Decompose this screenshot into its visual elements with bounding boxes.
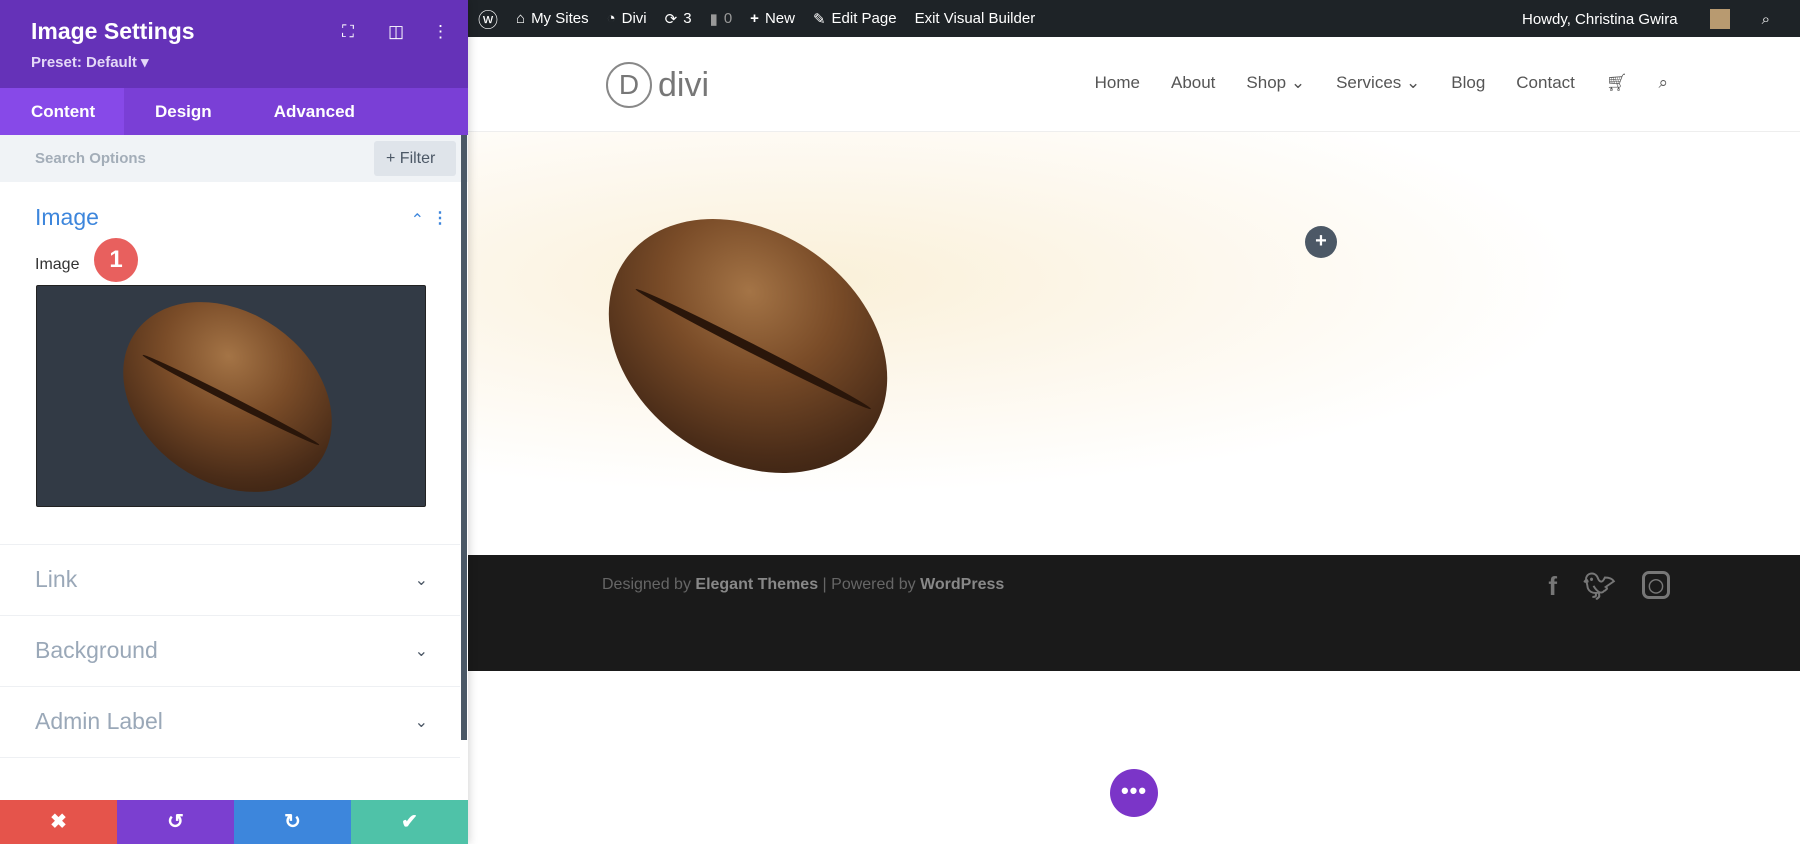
nav-blog[interactable]: Blog xyxy=(1451,73,1485,93)
chevron-down-icon[interactable]: ⌄ xyxy=(415,570,428,590)
user-greeting[interactable]: Howdy, Christina Gwira xyxy=(1522,9,1678,29)
step-badge: 1 xyxy=(94,238,138,282)
comments-link[interactable]: ▮ 0 xyxy=(710,10,733,28)
search-bar: Search Options + Filter xyxy=(0,135,468,182)
site-header: D divi Home About Shop ⌄ Services ⌄ Blog… xyxy=(468,37,1800,132)
wp-admin-bar: ⓦ ⌂ My Sites ◔ Divi ⟳ 3 ▮ 0 + New ✎ Edit Page … xyxy=(468,0,1800,37)
section-admin-label-title[interactable]: Admin Label xyxy=(35,708,163,735)
fullscreen-icon[interactable]: ⛶ xyxy=(342,22,354,42)
image-upload-preview[interactable] xyxy=(36,285,426,507)
my-sites-link[interactable]: ⌂ My Sites xyxy=(516,10,589,27)
search-icon[interactable]: ⌕ xyxy=(1762,9,1770,29)
divider xyxy=(0,757,460,758)
undo-button[interactable]: ↺ xyxy=(117,800,234,844)
panel-tabs: Content Design Advanced xyxy=(0,88,468,135)
bread-image xyxy=(559,166,937,526)
add-module-button[interactable]: + xyxy=(1305,226,1337,258)
exit-visual-builder-link[interactable]: Exit Visual Builder xyxy=(915,10,1036,27)
image-field-label: Image xyxy=(35,256,80,273)
nav-home[interactable]: Home xyxy=(1095,73,1140,93)
pencil-icon: ✎ xyxy=(812,10,826,28)
hero-section: + xyxy=(468,132,1800,555)
section-background-title[interactable]: Background xyxy=(35,637,158,664)
avatar[interactable] xyxy=(1709,9,1730,29)
redo-button[interactable]: ↻ xyxy=(234,800,351,844)
divider xyxy=(0,544,460,545)
wordpress-logo-icon[interactable]: ⓦ xyxy=(478,4,498,33)
nav-services[interactable]: Services ⌄ xyxy=(1336,73,1420,93)
chevron-down-icon[interactable]: ⌄ xyxy=(415,641,428,661)
page-settings-button[interactable]: ••• xyxy=(1110,769,1158,817)
chevron-up-icon[interactable]: ⌃ xyxy=(411,210,424,230)
facebook-icon[interactable]: f xyxy=(1548,571,1557,602)
tab-design[interactable]: Design xyxy=(124,88,243,135)
tab-advanced[interactable]: Advanced xyxy=(243,88,386,135)
panel-action-bar: ✖ ↺ ↻ ✔ xyxy=(0,800,468,844)
comment-icon: ▮ xyxy=(709,10,718,28)
footer-text: Designed by xyxy=(602,576,696,593)
logo-text: divi xyxy=(658,65,710,104)
bread-image xyxy=(86,286,369,506)
wordpress-link[interactable]: WordPress xyxy=(920,576,1004,593)
nav-shop[interactable]: Shop ⌄ xyxy=(1246,73,1305,93)
footer-text: | Powered by xyxy=(818,576,921,593)
filter-button[interactable]: + Filter xyxy=(374,141,456,176)
search-input[interactable]: Search Options xyxy=(35,150,146,167)
panel-scrollbar[interactable] xyxy=(461,135,467,740)
divider xyxy=(0,686,460,687)
instagram-icon[interactable]: ◯ xyxy=(1642,571,1670,599)
section-image-title[interactable]: Image xyxy=(35,204,99,231)
divi-link[interactable]: ◔ Divi xyxy=(607,10,647,27)
updates-link[interactable]: ⟳ 3 xyxy=(665,10,692,28)
more-options-icon[interactable]: ⋮ xyxy=(432,22,449,42)
social-icons: f 🐦︎ ◯ xyxy=(1548,571,1670,602)
main-nav: Home About Shop ⌄ Services ⌄ Blog Contac… xyxy=(1095,73,1668,93)
cart-icon[interactable]: 🛒︎ xyxy=(1606,73,1628,93)
panel-header: Image Settings Preset: Default ▾ ⛶ ◫ ⋮ xyxy=(0,0,468,88)
edit-page-link[interactable]: ✎ Edit Page xyxy=(813,10,897,28)
new-link[interactable]: + New xyxy=(750,10,795,27)
tab-content[interactable]: Content xyxy=(0,88,124,135)
search-icon[interactable]: ⌕ xyxy=(1658,73,1668,93)
split-view-icon[interactable]: ◫ xyxy=(388,22,404,42)
elegant-themes-link[interactable]: Elegant Themes xyxy=(695,576,818,593)
cancel-button[interactable]: ✖ xyxy=(0,800,117,844)
plus-icon: + xyxy=(750,10,759,27)
section-link-title[interactable]: Link xyxy=(35,566,77,593)
site-footer: Designed by Elegant Themes | Powered by … xyxy=(468,555,1800,671)
sites-icon: ⌂ xyxy=(516,10,526,27)
logo-mark: D xyxy=(606,62,652,108)
divider xyxy=(0,615,460,616)
site-logo[interactable]: D divi xyxy=(606,62,709,108)
nav-about[interactable]: About xyxy=(1171,73,1215,93)
save-button[interactable]: ✔ xyxy=(351,800,468,844)
preset-dropdown[interactable]: Preset: Default ▾ xyxy=(31,53,149,71)
panel-title: Image Settings xyxy=(31,18,195,44)
footer-credits: Designed by Elegant Themes | Powered by … xyxy=(602,576,1004,594)
dashboard-icon: ◔ xyxy=(606,10,616,27)
site-preview: D divi Home About Shop ⌄ Services ⌄ Blog… xyxy=(468,37,1800,844)
twitter-icon[interactable]: 🐦︎ xyxy=(1583,571,1616,602)
nav-contact[interactable]: Contact xyxy=(1516,73,1575,93)
chevron-down-icon[interactable]: ⌄ xyxy=(415,712,428,732)
section-menu-icon[interactable]: ⋮ xyxy=(432,208,448,228)
updates-icon: ⟳ xyxy=(664,10,678,28)
settings-panel: Image Settings Preset: Default ▾ ⛶ ◫ ⋮ C… xyxy=(0,0,468,844)
